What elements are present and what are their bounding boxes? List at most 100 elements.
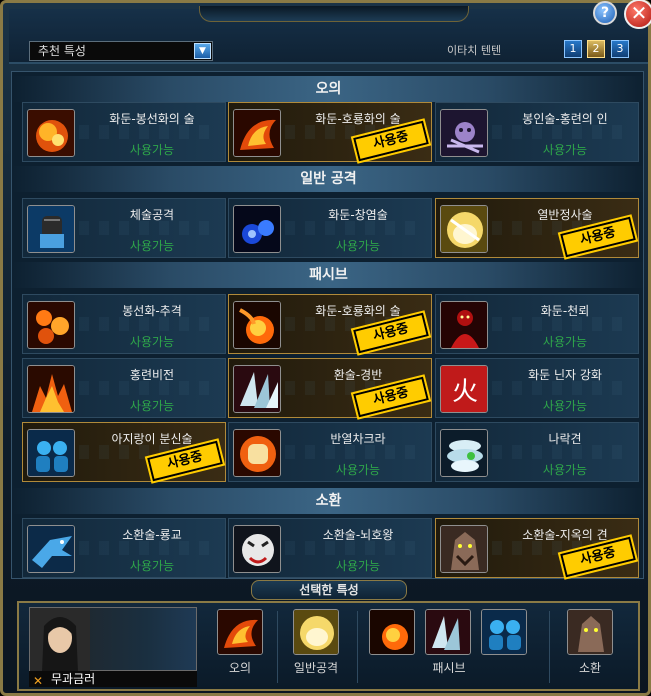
skill-card[interactable]: 화둔-창염술 사용가능 bbox=[228, 198, 432, 258]
skill-card[interactable]: 봉인술-홍련의 인 사용가능 bbox=[435, 102, 639, 162]
skill-window: ? ✕ 추천 특성 ▼ 이타치 텐텐 1 2 3 오의 화둔-봉선화의 술 사용… bbox=[0, 0, 651, 696]
section-header-ougi: 오의 bbox=[12, 76, 645, 102]
chevron-down-icon[interactable]: ▼ bbox=[194, 43, 211, 59]
skill-card[interactable]: 체술공격 사용가능 bbox=[22, 198, 226, 258]
skill-card[interactable]: 아지랑이 분신술 사용중 bbox=[22, 422, 226, 485]
skill-status: 사용가능 bbox=[542, 143, 588, 157]
close-button[interactable]: ✕ bbox=[624, 0, 651, 29]
crystal-shards-icon[interactable] bbox=[425, 609, 471, 655]
skill-card[interactable]: 환술-경반 사용중 bbox=[228, 358, 432, 421]
skill-status: 사용가능 bbox=[129, 335, 175, 349]
skill-name: 반열차크라 bbox=[330, 432, 386, 446]
card-decoration bbox=[285, 445, 425, 459]
glowing-fist-icon[interactable] bbox=[293, 609, 339, 655]
glowing-fist-icon bbox=[440, 205, 488, 253]
thunder-tiger-icon bbox=[233, 525, 281, 573]
seal-chains-icon bbox=[440, 109, 488, 157]
title-ornament bbox=[199, 6, 469, 22]
crystal-shards-icon bbox=[233, 365, 281, 413]
card-decoration bbox=[492, 381, 632, 395]
skill-card[interactable]: 나락견 사용가능 bbox=[435, 422, 639, 482]
card-decoration bbox=[492, 125, 632, 139]
twin-clones-icon[interactable] bbox=[481, 609, 527, 655]
fire-dragon-icon bbox=[233, 109, 281, 157]
skill-card[interactable]: 화둔-봉선화의 술 사용가능 bbox=[22, 102, 226, 162]
selected-label-ougi: 오의 bbox=[228, 661, 252, 675]
skill-card[interactable]: 火 화둔 닌자 강화 사용가능 bbox=[435, 358, 639, 418]
twin-clones-icon bbox=[27, 429, 75, 477]
card-decoration bbox=[285, 541, 425, 555]
skill-name: 봉선화-추격 bbox=[122, 304, 182, 318]
divider bbox=[357, 611, 358, 683]
fire-swirl-icon bbox=[27, 109, 75, 157]
page-button-1[interactable]: 1 bbox=[564, 40, 582, 58]
skill-list-panel: 오의 화둔-봉선화의 술 사용가능 화둔-호룡화의 술 사용중 봉인술-홍련의 … bbox=[11, 71, 645, 581]
section-header-normal-attack: 일반 공격 bbox=[12, 166, 645, 192]
skill-card[interactable]: 화둔-호룡화의 술 사용중 bbox=[228, 294, 432, 357]
skill-name: 화둔-창염술 bbox=[328, 208, 388, 222]
skill-name: 나락견 bbox=[548, 432, 582, 446]
skill-status: 사용가능 bbox=[335, 239, 381, 253]
character-portrait-icon bbox=[30, 608, 90, 672]
skill-name: 화둔 닌자 강화 bbox=[528, 368, 602, 382]
red-figure-icon bbox=[440, 301, 488, 349]
flaming-fist-icon bbox=[233, 429, 281, 477]
skill-card[interactable]: 화둔-천뢰 사용가능 bbox=[435, 294, 639, 354]
svg-text:火: 火 bbox=[452, 377, 478, 407]
avatar[interactable] bbox=[29, 607, 197, 672]
hell-hound-icon[interactable] bbox=[567, 609, 613, 655]
fire-dragon-icon[interactable] bbox=[217, 609, 263, 655]
skill-status: 사용가능 bbox=[129, 559, 175, 573]
preset-dropdown-value: 추천 특성 bbox=[38, 44, 86, 58]
skill-name: 화둔-천뢰 bbox=[540, 304, 590, 318]
card-decoration bbox=[492, 445, 632, 459]
skill-status: 사용가능 bbox=[335, 559, 381, 573]
skill-status: 사용가능 bbox=[129, 399, 175, 413]
skill-card[interactable]: 소환술-지옥의 견 사용중 bbox=[435, 518, 639, 581]
skill-status: 사용가능 bbox=[542, 399, 588, 413]
blue-dragon-icon bbox=[27, 525, 75, 573]
hell-hound-icon bbox=[440, 525, 488, 573]
fire-burst-icon bbox=[27, 301, 75, 349]
skill-card[interactable]: 홍련비전 사용가능 bbox=[22, 358, 226, 418]
selected-traits-panel: ✕ 무과금러 오의 일반공격 패시브 소환 bbox=[17, 601, 640, 691]
preset-dropdown[interactable]: 추천 특성 ▼ bbox=[29, 41, 213, 61]
crossed-swords-icon: ✕ bbox=[33, 674, 44, 688]
character-page-label: 이타치 텐텐 bbox=[447, 44, 502, 57]
blue-flame-icon bbox=[233, 205, 281, 253]
skill-name: 소환술-뇌호왕 bbox=[322, 528, 394, 542]
skill-status: 사용가능 bbox=[129, 239, 175, 253]
skill-status: 사용가능 bbox=[542, 335, 588, 349]
skill-name: 체술공격 bbox=[129, 208, 175, 222]
skill-name: 화둔-봉선화의 술 bbox=[109, 112, 195, 126]
fireball-icon bbox=[233, 301, 281, 349]
fist-icon bbox=[27, 205, 75, 253]
skill-card[interactable]: 봉선화-추격 사용가능 bbox=[22, 294, 226, 354]
page-button-2[interactable]: 2 bbox=[587, 40, 605, 58]
spiral-hound-icon bbox=[440, 429, 488, 477]
skill-status: 사용가능 bbox=[335, 463, 381, 477]
card-decoration bbox=[79, 317, 219, 331]
selected-label-passive: 패시브 bbox=[432, 661, 466, 675]
skill-name: 홍련비전 bbox=[129, 368, 175, 382]
skill-card[interactable]: 소환술-뇌호왕 사용가능 bbox=[228, 518, 432, 578]
help-button[interactable]: ? bbox=[593, 1, 617, 25]
card-decoration bbox=[285, 221, 425, 235]
skill-card[interactable]: 열반정사술 사용중 bbox=[435, 198, 639, 261]
skill-card[interactable]: 반열차크라 사용가능 bbox=[228, 422, 432, 482]
skill-card[interactable]: 소환술-룡교 사용가능 bbox=[22, 518, 226, 578]
section-header-passive: 패시브 bbox=[12, 262, 645, 288]
page-button-3[interactable]: 3 bbox=[611, 40, 629, 58]
selected-label-summon: 소환 bbox=[578, 661, 602, 675]
fireball-icon[interactable] bbox=[369, 609, 415, 655]
card-decoration bbox=[492, 317, 632, 331]
fire-kanji-icon: 火 bbox=[440, 365, 488, 413]
card-decoration bbox=[79, 125, 219, 139]
character-name: 무과금러 bbox=[51, 672, 96, 686]
flames-icon bbox=[27, 365, 75, 413]
skill-card[interactable]: 화둔-호룡화의 술 사용중 bbox=[228, 102, 432, 165]
divider bbox=[277, 611, 278, 683]
selected-label-normal-attack: 일반공격 bbox=[293, 661, 339, 675]
card-decoration bbox=[79, 541, 219, 555]
character-name-bar: ✕ 무과금러 bbox=[29, 671, 197, 688]
